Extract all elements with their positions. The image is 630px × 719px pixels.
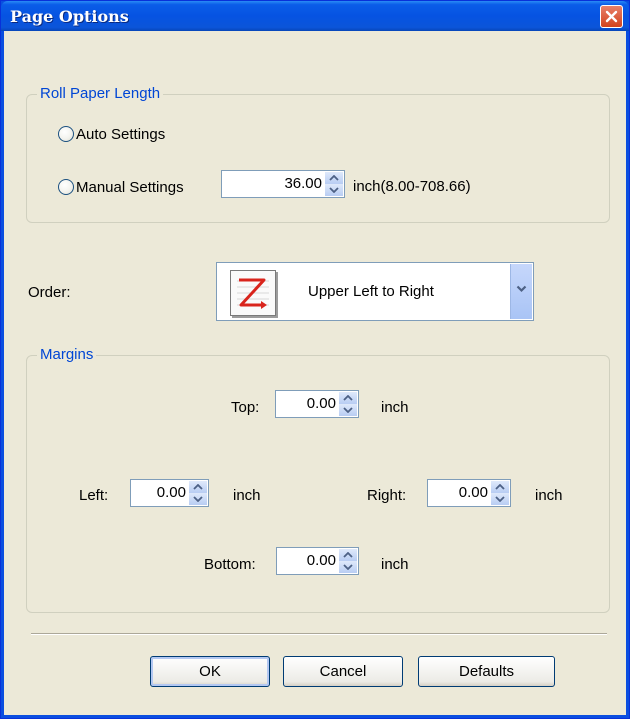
- left-margin-value[interactable]: 0.00: [157, 484, 186, 501]
- order-selected-value: Upper Left to Right: [308, 283, 434, 300]
- chevron-up-icon: [343, 552, 353, 558]
- auto-settings-label: Auto Settings: [76, 126, 166, 143]
- order-dropdown[interactable]: Upper Left to Right: [216, 262, 534, 321]
- manual-settings-label: Manual Settings: [76, 179, 184, 196]
- dialog-body: Roll Paper Length Auto Settings Manual S…: [4, 31, 626, 715]
- order-dropdown-button[interactable]: [510, 264, 532, 319]
- left-margin-label: Left:: [79, 487, 109, 504]
- close-button[interactable]: [600, 5, 623, 28]
- top-margin-spin-buttons: [339, 392, 357, 416]
- close-icon: [605, 10, 618, 23]
- chevron-up-icon: [343, 395, 353, 401]
- top-margin-decrement-button[interactable]: [339, 404, 357, 416]
- roll-paper-length-legend: Roll Paper Length: [37, 85, 164, 102]
- left-margin-unit: inch: [233, 487, 261, 504]
- bottom-margin-increment-button[interactable]: [339, 549, 357, 561]
- chevron-down-icon: [343, 407, 353, 413]
- chevron-down-icon: [343, 564, 353, 570]
- chevron-up-icon: [495, 484, 505, 490]
- paper-length-value[interactable]: 36.00: [284, 175, 322, 192]
- paper-length-increment-button[interactable]: [325, 172, 343, 184]
- roll-paper-length-group: Roll Paper Length: [26, 85, 610, 223]
- top-margin-value[interactable]: 0.00: [307, 395, 336, 412]
- left-margin-increment-button[interactable]: [189, 481, 207, 493]
- bottom-margin-spin-buttons: [339, 549, 357, 573]
- manual-settings-radio[interactable]: [58, 179, 74, 195]
- bottom-margin-stepper[interactable]: 0.00: [276, 547, 359, 575]
- left-margin-decrement-button[interactable]: [189, 493, 207, 505]
- paper-length-range-label: inch(8.00-708.66): [353, 178, 471, 195]
- title-bar[interactable]: Page Options: [1, 1, 629, 31]
- window-title: Page Options: [10, 7, 129, 26]
- top-margin-label: Top:: [231, 399, 260, 416]
- left-margin-stepper[interactable]: 0.00: [130, 479, 209, 507]
- top-margin-increment-button[interactable]: [339, 392, 357, 404]
- right-margin-increment-button[interactable]: [491, 481, 509, 493]
- page-options-dialog: Page Options Roll Paper Length Auto Sett…: [0, 0, 630, 719]
- right-margin-value[interactable]: 0.00: [459, 484, 488, 501]
- right-margin-decrement-button[interactable]: [491, 493, 509, 505]
- margins-legend: Margins: [37, 346, 97, 363]
- top-margin-stepper[interactable]: 0.00: [275, 390, 359, 418]
- bottom-margin-value[interactable]: 0.00: [307, 552, 336, 569]
- top-margin-unit: inch: [381, 399, 409, 416]
- bottom-margin-label: Bottom:: [204, 556, 256, 573]
- chevron-up-icon: [329, 175, 339, 181]
- chevron-down-icon: [329, 187, 339, 193]
- ok-button[interactable]: OK: [150, 656, 270, 687]
- left-margin-spin-buttons: [189, 481, 207, 505]
- paper-length-stepper[interactable]: 36.00: [221, 170, 345, 198]
- order-label: Order:: [28, 284, 71, 301]
- chevron-down-icon: [193, 496, 203, 502]
- right-margin-unit: inch: [535, 487, 563, 504]
- defaults-button[interactable]: Defaults: [418, 656, 555, 687]
- chevron-down-icon: [516, 285, 527, 293]
- auto-settings-radio[interactable]: [58, 126, 74, 142]
- button-separator: [31, 633, 607, 635]
- paper-length-decrement-button[interactable]: [325, 184, 343, 196]
- z-order-icon: [230, 270, 276, 316]
- right-margin-stepper[interactable]: 0.00: [427, 479, 511, 507]
- bottom-margin-decrement-button[interactable]: [339, 561, 357, 573]
- paper-length-spin-buttons: [325, 172, 343, 196]
- right-margin-spin-buttons: [491, 481, 509, 505]
- right-margin-label: Right:: [367, 487, 407, 504]
- cancel-button[interactable]: Cancel: [283, 656, 403, 687]
- chevron-down-icon: [495, 496, 505, 502]
- chevron-up-icon: [193, 484, 203, 490]
- bottom-margin-unit: inch: [381, 556, 409, 573]
